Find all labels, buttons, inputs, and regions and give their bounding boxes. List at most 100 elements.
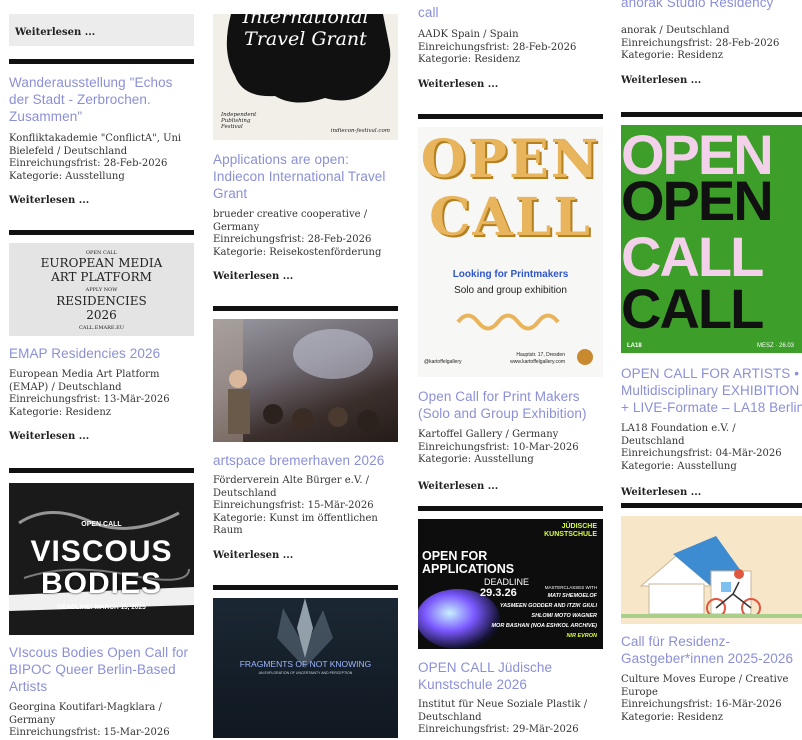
read-more-link[interactable]: Weiterlesen ... [621, 487, 802, 498]
print-address: Hauptstr. 17, Dresden [516, 352, 565, 358]
ks-n3: SHLOMI MOTO WAGNER [531, 613, 597, 619]
card-c1-3: OPEN CALL VISCOUS BODIES DEADLINE: MARCH… [9, 468, 194, 740]
card-top-bar [9, 468, 194, 473]
card-c3-2: JÜDISCHE KUNSTSCHULE OPEN FOR APPLICATIO… [418, 506, 603, 737]
meta-organizer: Förderverein Alte Bürger e.V. / Deutschl… [213, 475, 370, 499]
print-looking: Looking for Printmakers [452, 269, 569, 280]
read-more-link[interactable]: Weiterlesen ... [15, 27, 95, 38]
print-solo: Solo and group exhibition [454, 285, 567, 296]
meta-category: Kategorie: Residenz [621, 711, 724, 723]
la18-thumbnail[interactable]: OPEN OPEN CALL CALL LA18 MESZ · 26.03 [621, 125, 802, 353]
card-meta: European Media Art Platform (EMAP) / Deu… [9, 369, 194, 419]
card-meta: brueder creative cooperative / Germany E… [213, 209, 398, 259]
meta-deadline: Einreichungsfrist: 13-Mär-2026 [9, 394, 170, 405]
ks-n1: MATI SHEMOELOF [547, 593, 597, 599]
fragments-thumbnail[interactable]: FRAGMENTS OF NOT KNOWING AN EXPLORATION … [213, 598, 398, 738]
card-title[interactable]: VIscous Bodies Open Call for BIPOC Queer… [9, 644, 194, 695]
ks-brand1: JÜDISCHE [561, 523, 597, 530]
card-top-bar [621, 503, 802, 508]
meta-organizer: Georgina Koutifari-Magklara / Germany [9, 702, 162, 726]
meta-organizer: brueder creative cooperative / Germany [213, 209, 368, 233]
read-more-link[interactable]: Weiterlesen ... [9, 195, 194, 206]
indiecon-site: indiecon-festival.com [330, 128, 390, 134]
card-top-bar [621, 112, 802, 117]
card-meta: Institut für Neue Soziale Plastik / Deut… [418, 699, 603, 737]
fragments-sub: AN EXPLORATION OF UNCERTAINTY AND PERCEP… [258, 671, 353, 675]
meta-deadline: Einreichungsfrist: 28-Feb-2026 [9, 158, 168, 169]
card-meta: Culture Moves Europe / Creative Europe E… [621, 674, 802, 724]
meta-category: Kategorie: Reisekostenförderung [213, 246, 382, 258]
card-title[interactable]: OPEN CALL FOR ARTISTS • Multidisciplinar… [621, 365, 802, 416]
card-c1-0: Weiterlesen ... [9, 14, 194, 46]
read-more-link[interactable]: Weiterlesen ... [213, 550, 398, 561]
read-more-link[interactable]: Weiterlesen ... [418, 79, 603, 90]
card-title[interactable]: Applications are open: Indiecon Internat… [213, 151, 398, 202]
ks-open: OPEN FOR [422, 549, 488, 563]
card-top-bar [418, 506, 603, 511]
card-meta: anorak / Deutschland Einreichungsfrist: … [621, 25, 802, 63]
indiecon-thumbnail[interactable]: International Travel Grant Independent P… [213, 14, 398, 140]
meta-deadline: Einreichungsfrist: 28-Feb-2026 [621, 37, 780, 49]
card-title[interactable]: OPEN CALL Jüdische Kunstschule 2026 [418, 659, 603, 693]
card-meta: Kartoffel Gallery / Germany Einreichungs… [418, 429, 603, 467]
card-top-bar [213, 306, 398, 311]
emap-thumbnail[interactable]: OPEN CALL EUROPEAN MEDIA ART PLATFORM AP… [9, 243, 194, 336]
card-c3-0: call AADK Spain / Spain Einreichungsfris… [418, 0, 603, 90]
read-more-link[interactable]: Weiterlesen ... [9, 431, 194, 442]
card-top-bar [418, 114, 603, 119]
house-cyclist-graphic [621, 536, 802, 618]
ks-apps: APPLICATIONS [422, 562, 515, 576]
card-c4-1: OPEN OPEN CALL CALL LA18 MESZ · 26.03 OP… [621, 112, 802, 498]
meta-organizer: LA18 Foundation e.V. / Deutschland [621, 423, 736, 447]
meta-deadline: Einreichungsfrist: 10-Mar-2026 [418, 441, 579, 453]
card-title[interactable]: Open Call for Print Makers (Solo and Gro… [418, 388, 603, 422]
print-handle: @kartoffelgallery [424, 359, 462, 365]
card-title[interactable]: artspace bremerhaven 2026 [213, 452, 398, 469]
emap-line2: ART PLATFORM [51, 270, 152, 284]
culture-moves-thumbnail[interactable] [621, 516, 802, 624]
card-meta: Förderverein Alte Bürger e.V. / Deutschl… [213, 475, 398, 538]
card-title-partial[interactable]: anorak Studio Residency [621, 0, 802, 11]
card-meta: Georgina Koutifari-Magklara / Germany Ei… [9, 702, 194, 740]
kunstschule-thumbnail[interactable]: JÜDISCHE KUNSTSCHULE OPEN FOR APPLICATIO… [418, 519, 603, 649]
card-title[interactable]: Wanderausstellung "Echos der Stadt - Zer… [9, 74, 189, 125]
print-word-open: OPEN [420, 129, 601, 190]
audience-photo-graphic [213, 319, 379, 442]
indiecon-line1: International [242, 14, 369, 28]
fragments-headline: FRAGMENTS OF NOT KNOWING [239, 659, 372, 669]
read-more-link[interactable]: Weiterlesen ... [418, 481, 603, 492]
emap-year: 2026 [86, 308, 117, 322]
card-title-partial[interactable]: call [418, 4, 603, 21]
squiggle-graphic [456, 313, 560, 331]
emap-apply: APPLY NOW [85, 287, 118, 293]
meta-deadline: Einreichungsfrist: 16-Mär-2026 [621, 699, 782, 710]
ks-date: 29.3.26 [480, 587, 517, 599]
card-c1-2: OPEN CALL EUROPEAN MEDIA ART PLATFORM AP… [9, 230, 194, 442]
meta-category: Kategorie: Residenz [9, 406, 112, 418]
printmakers-thumbnail[interactable]: OPEN CALL Looking for Printmakers Solo a… [418, 127, 603, 377]
meta-category: Kategorie: Ausstellung [9, 170, 125, 182]
meta-deadline: Einreichungsfrist: 28-Feb-2026 [213, 234, 372, 245]
viscous-thumbnail[interactable]: OPEN CALL VISCOUS BODIES DEADLINE: MARCH… [9, 483, 194, 635]
meta-organizer: anorak / Deutschland [621, 25, 730, 36]
card-meta: AADK Spain / Spain Einreichungsfrist: 28… [418, 29, 603, 67]
meta-deadline: Einreichungsfrist: 28-Feb-2026 [418, 41, 577, 53]
viscous-word2: BODIES [40, 567, 163, 600]
card-title[interactable]: Call für Residenz-Gastgeber*innen 2025-2… [621, 633, 802, 667]
meta-deadline: Einreichungsfrist: 04-Mär-2026 [621, 448, 782, 459]
card-c4-0: anorak Studio Residency anorak / Deutsch… [621, 0, 802, 86]
artspace-photo[interactable] [213, 319, 398, 442]
meta-organizer: Konfliktakademie "ConflictA", Uni Bielef… [9, 133, 182, 157]
indiecon-line2: Travel Grant [244, 28, 367, 50]
meta-deadline: Einreichungsfrist: 15-Mär-2026 [213, 500, 374, 511]
meta-category: Kategorie: Kunst im öffentlichen Raum [213, 512, 378, 537]
read-more-link[interactable]: Weiterlesen ... [213, 271, 398, 282]
meta-deadline: Einreichungsfrist: 15-Mar-2026 [9, 727, 170, 738]
card-title[interactable]: EMAP Residencies 2026 [9, 345, 194, 362]
emap-site: CALL.EMARE.EU [79, 325, 124, 331]
read-more-link[interactable]: Weiterlesen ... [621, 75, 802, 86]
emap-line1: EUROPEAN MEDIA [40, 256, 163, 270]
card-top-bar [9, 59, 194, 64]
meta-organizer: Kartoffel Gallery / Germany [418, 429, 559, 440]
viscous-word1: VISCOUS [30, 535, 173, 568]
